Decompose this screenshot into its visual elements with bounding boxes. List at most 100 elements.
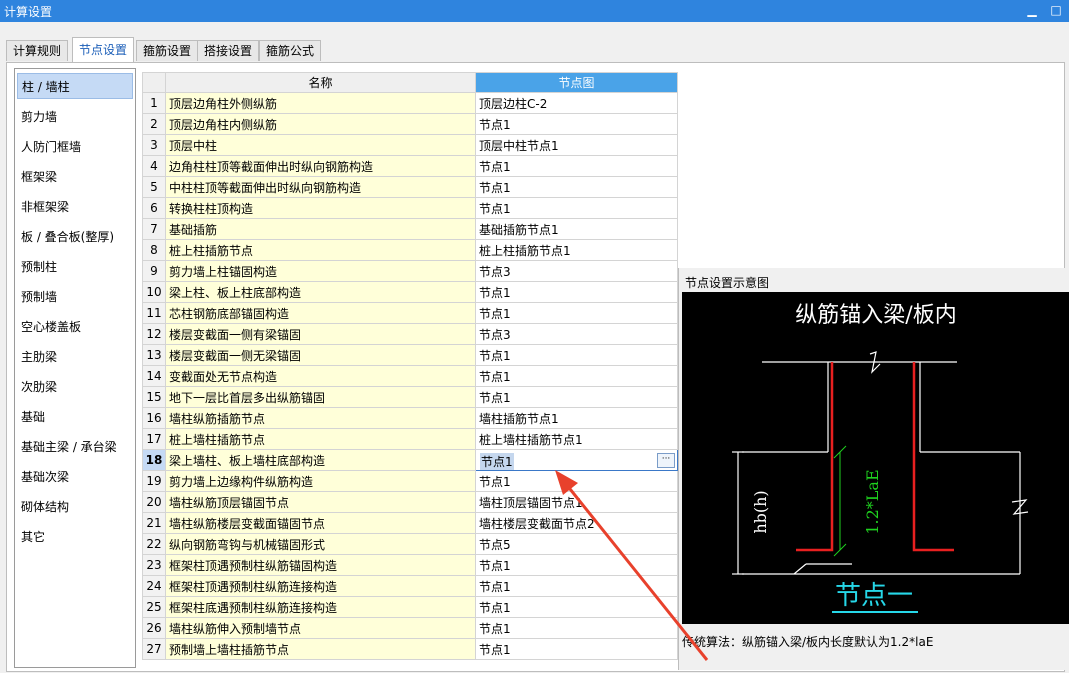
- sidebar-item-other[interactable]: 其它: [17, 524, 133, 550]
- table-row[interactable]: 20 墙柱纵筋顶层锚固节点 墙柱顶层锚固节点1: [142, 491, 678, 513]
- tab-node-settings[interactable]: 节点设置: [72, 37, 135, 62]
- row-index: 4: [142, 155, 166, 177]
- row-index: 25: [142, 596, 166, 618]
- table-row[interactable]: 12 楼层变截面一侧有梁锚固 节点3: [142, 323, 678, 345]
- table-row[interactable]: 10 梁上柱、板上柱底部构造 节点1: [142, 281, 678, 303]
- tab-stirrup-settings[interactable]: 箍筋设置: [136, 40, 199, 61]
- row-node-value[interactable]: 节点1: [475, 638, 678, 660]
- row-node-value[interactable]: 节点1: [475, 197, 678, 219]
- row-node-value[interactable]: 墙柱插筋节点1: [475, 407, 678, 429]
- row-node-value[interactable]: 节点3: [475, 260, 678, 282]
- table-row[interactable]: 22 纵向钢筋弯钩与机械锚固形式 节点5: [142, 533, 678, 555]
- row-node-value[interactable]: 桩上柱插筋节点1: [475, 239, 678, 261]
- row-index: 24: [142, 575, 166, 597]
- minimize-icon[interactable]: ▁: [1024, 2, 1040, 18]
- table-row[interactable]: 4 边角柱柱顶等截面伸出时纵向钢筋构造 节点1: [142, 155, 678, 177]
- node-label: 节点一: [835, 581, 913, 611]
- table-row[interactable]: 17 桩上墙柱插筋节点 桩上墙柱插筋节点1: [142, 428, 678, 450]
- node-value-text[interactable]: 节点1: [480, 453, 514, 470]
- row-index: 14: [142, 365, 166, 387]
- sidebar-item-shear-wall[interactable]: 剪力墙: [17, 104, 133, 130]
- table-row[interactable]: 16 墙柱纵筋插筋节点 墙柱插筋节点1: [142, 407, 678, 429]
- row-index: 22: [142, 533, 166, 555]
- header-name: 名称: [165, 72, 476, 93]
- row-index: 5: [142, 176, 166, 198]
- sidebar-item-foundation-main-beam[interactable]: 基础主梁 / 承台梁: [17, 434, 133, 460]
- preview-note: 传统算法：纵筋锚入梁/板内长度默认为1.2*laE: [682, 635, 934, 649]
- sidebar-item-foundation-secondary-beam[interactable]: 基础次梁: [17, 464, 133, 490]
- sidebar-item-main-rib-beam[interactable]: 主肋梁: [17, 344, 133, 370]
- table-row[interactable]: 14 变截面处无节点构造 节点1: [142, 365, 678, 387]
- tab-calc-rules[interactable]: 计算规则: [6, 40, 69, 61]
- row-name: 转换柱柱顶构造: [165, 197, 476, 219]
- table-row[interactable]: 26 墙柱纵筋伸入预制墙节点 节点1: [142, 617, 678, 639]
- table-row[interactable]: 8 桩上柱插筋节点 桩上柱插筋节点1: [142, 239, 678, 261]
- node-value-editor[interactable]: 节点1 ···: [477, 451, 677, 470]
- row-node-value[interactable]: 节点1: [475, 470, 678, 492]
- table-row[interactable]: 15 地下一层比首层多出纵筋锚固 节点1: [142, 386, 678, 408]
- row-index: 9: [142, 260, 166, 282]
- table-row[interactable]: 21 墙柱纵筋楼层变截面锚固节点 墙柱楼层变截面节点2: [142, 512, 678, 534]
- table-row[interactable]: 25 框架柱底遇预制柱纵筋连接构造 节点1: [142, 596, 678, 618]
- row-index: 26: [142, 617, 166, 639]
- table-row[interactable]: 27 预制墙上墙柱插筋节点 节点1: [142, 638, 678, 660]
- row-node-value[interactable]: 节点1: [475, 596, 678, 618]
- row-index: 8: [142, 239, 166, 261]
- row-node-value[interactable]: 节点1: [475, 155, 678, 177]
- window-titlebar: 计算设置 ▁ □: [0, 0, 1069, 22]
- table-row[interactable]: 6 转换柱柱顶构造 节点1: [142, 197, 678, 219]
- header-node: 节点图: [475, 72, 678, 93]
- row-node-value[interactable]: 节点1: [475, 176, 678, 198]
- row-index: 27: [142, 638, 166, 660]
- table-row[interactable]: 24 框架柱顶遇预制柱纵筋连接构造 节点1: [142, 575, 678, 597]
- row-node-value[interactable]: 节点1: [475, 575, 678, 597]
- row-node-value[interactable]: 顶层边柱C-2: [475, 92, 678, 114]
- sidebar-item-foundation[interactable]: 基础: [17, 404, 133, 430]
- table-row[interactable]: 23 框架柱顶遇预制柱纵筋锚固构造 节点1: [142, 554, 678, 576]
- row-node-value[interactable]: 节点1: [475, 302, 678, 324]
- table-row[interactable]: 2 顶层边角柱内侧纵筋 节点1: [142, 113, 678, 135]
- table-row[interactable]: 3 顶层中柱 顶层中柱节点1: [142, 134, 678, 156]
- sidebar-item-slab[interactable]: 板 / 叠合板(整厚): [17, 224, 133, 250]
- sidebar-item-column[interactable]: 柱 / 墙柱: [17, 73, 133, 99]
- sidebar-item-hollow-slab[interactable]: 空心楼盖板: [17, 314, 133, 340]
- table-row[interactable]: 18 梁上墙柱、板上墙柱底部构造 节点1 ···: [142, 449, 678, 471]
- row-name: 桩上墙柱插筋节点: [165, 428, 476, 450]
- row-node-value[interactable]: 基础插筋节点1: [475, 218, 678, 240]
- sidebar-item-frame-beam[interactable]: 框架梁: [17, 164, 133, 190]
- tab-bar: 计算规则 节点设置 箍筋设置 搭接设置 箍筋公式: [0, 22, 1069, 62]
- row-node-value[interactable]: 节点1: [475, 365, 678, 387]
- row-node-value[interactable]: 节点1: [475, 554, 678, 576]
- table-row[interactable]: 19 剪力墙上边缘构件纵筋构造 节点1: [142, 470, 678, 492]
- row-index: 13: [142, 344, 166, 366]
- row-node-value[interactable]: 节点1: [475, 617, 678, 639]
- row-node-value[interactable]: 节点1: [475, 386, 678, 408]
- row-node-value[interactable]: 顶层中柱节点1: [475, 134, 678, 156]
- row-node-value[interactable]: 节点1 ···: [475, 449, 678, 471]
- table-row[interactable]: 5 中柱柱顶等截面伸出时纵向钢筋构造 节点1: [142, 176, 678, 198]
- row-node-value[interactable]: 节点1: [475, 344, 678, 366]
- table-row[interactable]: 1 顶层边角柱外侧纵筋 顶层边柱C-2: [142, 92, 678, 114]
- row-node-value[interactable]: 节点1: [475, 113, 678, 135]
- row-node-value[interactable]: 墙柱顶层锚固节点1: [475, 491, 678, 513]
- ellipsis-button[interactable]: ···: [657, 453, 675, 468]
- tab-lap-settings[interactable]: 搭接设置: [197, 40, 260, 61]
- maximize-icon[interactable]: □: [1048, 2, 1064, 18]
- row-node-value[interactable]: 节点1: [475, 281, 678, 303]
- table-row[interactable]: 7 基础插筋 基础插筋节点1: [142, 218, 678, 240]
- sidebar-item-non-frame-beam[interactable]: 非框架梁: [17, 194, 133, 220]
- sidebar-item-civil-defense-door[interactable]: 人防门框墙: [17, 134, 133, 160]
- row-name: 顶层边角柱外侧纵筋: [165, 92, 476, 114]
- row-node-value[interactable]: 墙柱楼层变截面节点2: [475, 512, 678, 534]
- row-node-value[interactable]: 桩上墙柱插筋节点1: [475, 428, 678, 450]
- sidebar-item-precast-column[interactable]: 预制柱: [17, 254, 133, 280]
- sidebar-item-precast-wall[interactable]: 预制墙: [17, 284, 133, 310]
- row-node-value[interactable]: 节点3: [475, 323, 678, 345]
- table-row[interactable]: 9 剪力墙上柱锚固构造 节点3: [142, 260, 678, 282]
- sidebar-item-secondary-rib-beam[interactable]: 次肋梁: [17, 374, 133, 400]
- sidebar-item-masonry[interactable]: 砌体结构: [17, 494, 133, 520]
- table-row[interactable]: 13 楼层变截面一侧无梁锚固 节点1: [142, 344, 678, 366]
- row-node-value[interactable]: 节点5: [475, 533, 678, 555]
- tab-stirrup-formula[interactable]: 箍筋公式: [259, 40, 322, 61]
- table-row[interactable]: 11 芯柱钢筋底部锚固构造 节点1: [142, 302, 678, 324]
